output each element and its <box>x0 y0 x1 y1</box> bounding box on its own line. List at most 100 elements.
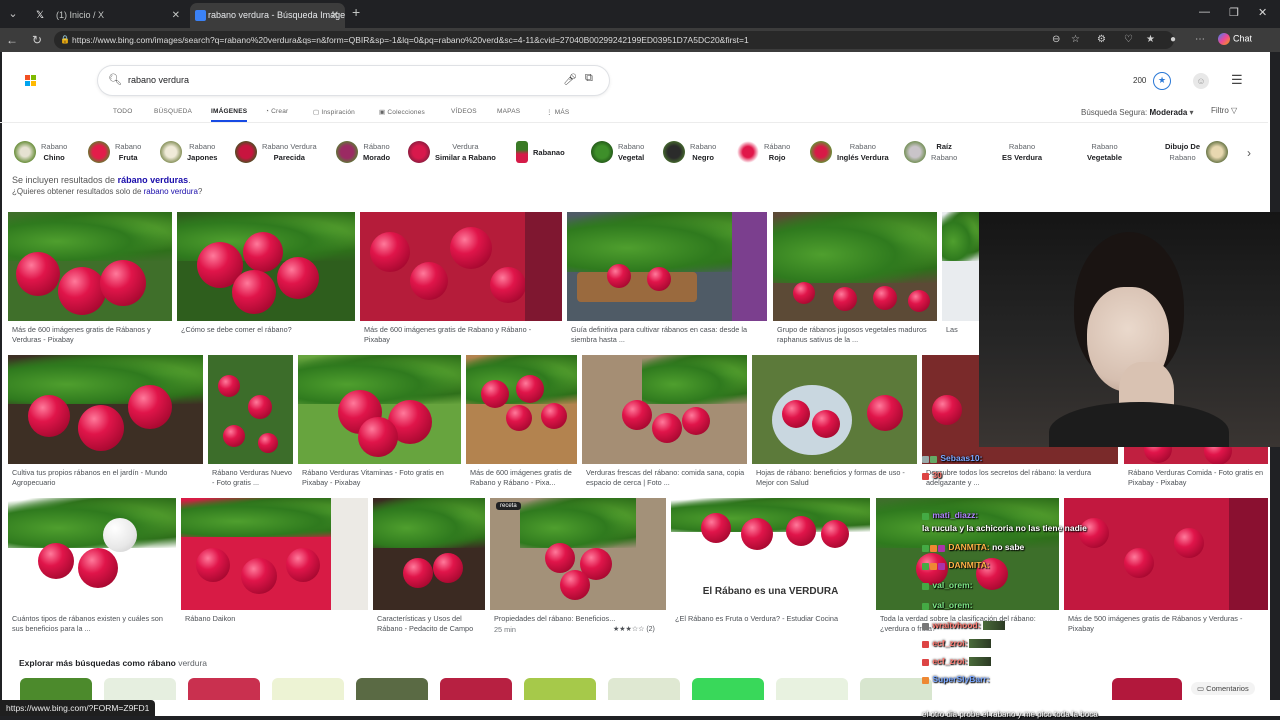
browser-tab-bing[interactable]: rabano verdura - Búsqueda Imáge ✕ <box>190 3 345 28</box>
result-caption[interactable]: Características y Usos del Rábano - Peda… <box>377 614 487 634</box>
result-image[interactable] <box>752 355 917 464</box>
result-image[interactable] <box>208 355 293 464</box>
browser-tab-x[interactable]: 𝕏 (1) Inicio / X ✕ <box>26 3 186 28</box>
result-caption[interactable]: Rábano Verduras Comida - Foto gratis en … <box>1128 468 1268 488</box>
related-chip[interactable]: Rabano Vegetable <box>1087 139 1122 165</box>
explore-thumbnail[interactable] <box>440 678 512 700</box>
tab-mas[interactable]: ⋮ MÁS <box>546 108 569 116</box>
tab-busqueda[interactable]: BÚSQUEDA <box>154 108 192 115</box>
explore-thumbnail[interactable] <box>860 678 932 700</box>
search-icon[interactable]: 🔍︎ <box>108 73 122 86</box>
explore-thumbnail[interactable] <box>104 678 176 700</box>
tab-crear[interactable]: ◔ Crear <box>265 108 288 115</box>
result-caption[interactable]: Rábano Daikon <box>185 614 365 624</box>
result-image[interactable] <box>942 212 979 321</box>
explore-thumbnail[interactable] <box>188 678 260 700</box>
result-image[interactable] <box>177 212 355 321</box>
result-caption[interactable]: Cuántos tipos de rábanos existen y cuále… <box>12 614 174 634</box>
result-image[interactable] <box>567 212 767 321</box>
tab-videos[interactable]: VÍDEOS <box>451 108 477 115</box>
tab-imagenes[interactable]: IMÁGENES <box>211 108 248 122</box>
visual-search-icon[interactable]: ⧉ <box>585 72 593 85</box>
comments-button[interactable]: ▭ Comentarios <box>1191 682 1255 695</box>
related-chip[interactable]: Verdura Similar a Rabano <box>408 139 496 165</box>
menu-icon[interactable]: ☰ <box>1231 72 1243 88</box>
explore-thumbnail[interactable] <box>356 678 428 700</box>
microphone-icon[interactable]: 🎤︎ <box>563 73 577 86</box>
related-chip[interactable]: Rabano Verdura Parecida <box>235 139 317 165</box>
explore-thumbnail[interactable] <box>608 678 680 700</box>
rewards-icon[interactable]: ★ <box>1153 72 1171 90</box>
related-chip[interactable]: Rabano Inglés Verdura <box>810 139 889 165</box>
back-icon[interactable]: ← <box>4 32 20 48</box>
related-chip[interactable]: Rabano Japones <box>160 139 217 165</box>
result-caption[interactable]: ¿El Rábano es Fruta o Verdura? - Estudia… <box>675 614 870 624</box>
result-caption[interactable]: Guía definitiva para cultivar rábanos en… <box>571 325 766 345</box>
explore-thumbnail[interactable] <box>1112 678 1182 700</box>
result-image[interactable] <box>181 498 368 610</box>
safe-search-dropdown[interactable]: Búsqueda Segura: Moderada ▾ <box>1081 108 1194 117</box>
explore-thumbnail[interactable] <box>20 678 92 700</box>
original-query-link[interactable]: rabano verdura <box>144 187 198 196</box>
corrected-query-link[interactable]: rábano verduras <box>118 175 189 185</box>
tab-mapas[interactable]: MAPAS <box>497 108 520 115</box>
new-tab-button[interactable]: + <box>352 4 360 20</box>
explore-thumbnail[interactable] <box>272 678 344 700</box>
tab-colecciones[interactable]: ▣ Colecciones <box>379 108 425 116</box>
result-caption[interactable]: Toda la verdad sobre la clasificación de… <box>880 614 1058 634</box>
favorites-icon[interactable]: ★ <box>1146 34 1155 45</box>
result-image[interactable] <box>8 355 203 464</box>
result-image[interactable] <box>582 355 747 464</box>
profile-icon[interactable]: ● <box>1170 34 1176 45</box>
result-image[interactable] <box>298 355 461 464</box>
result-caption[interactable]: Descubre todos los secretos del rábano: … <box>926 468 1116 488</box>
related-chip[interactable]: Dibujo De Rabano <box>1165 139 1233 165</box>
result-image[interactable] <box>360 212 562 321</box>
close-tab-icon[interactable]: ✕ <box>331 3 339 28</box>
result-image[interactable] <box>8 212 172 321</box>
explore-thumbnail[interactable] <box>692 678 764 700</box>
result-caption[interactable]: Rábano Verduras Vitaminas - Foto gratis … <box>302 468 462 488</box>
related-chip[interactable]: Raíz Rabano <box>904 139 957 165</box>
explore-thumbnail[interactable] <box>524 678 596 700</box>
result-image[interactable] <box>876 498 1059 610</box>
result-caption[interactable]: Rábano Verduras Nuevo - Foto gratis ... <box>212 468 294 488</box>
extensions-icon[interactable]: ⚙ <box>1097 34 1106 45</box>
result-caption[interactable]: Cultiva tus propios rábanos en el jardín… <box>12 468 202 488</box>
result-caption[interactable]: ¿Cómo se debe comer el rábano? <box>181 325 356 335</box>
result-caption[interactable]: Más de 500 imágenes gratis de Rábanos y … <box>1068 614 1268 634</box>
related-chip[interactable]: Rabano ES Verdura <box>1002 139 1042 165</box>
related-chip[interactable]: Rábano Rojo <box>737 139 790 165</box>
result-caption[interactable]: Más de 600 imágenes gratis de Rábanos y … <box>12 325 172 345</box>
result-caption[interactable]: Más de 600 imágenes gratis de Rabano y R… <box>470 468 578 488</box>
result-caption[interactable]: Verduras frescas del rábano: comida sana… <box>586 468 746 488</box>
related-chip[interactable]: Rabanao <box>516 139 565 165</box>
related-chip[interactable]: Rabano Vegetal <box>591 139 644 165</box>
result-caption[interactable]: Hojas de rábano: beneficios y formas de … <box>756 468 916 488</box>
result-image[interactable]: El Rábano es una VERDURA <box>671 498 870 610</box>
result-image[interactable]: receta <box>490 498 666 610</box>
copilot-chat-button[interactable]: Chat <box>1218 33 1252 45</box>
tab-todo[interactable]: TODO <box>113 108 132 115</box>
rewards-points[interactable]: 200 <box>1133 76 1146 85</box>
result-image[interactable] <box>373 498 485 610</box>
chevron-right-icon[interactable]: › <box>1247 146 1251 160</box>
result-image[interactable] <box>466 355 577 464</box>
microsoft-logo-icon[interactable] <box>25 75 36 86</box>
result-image[interactable] <box>8 498 176 610</box>
result-caption[interactable]: Grupo de rábanos jugosos vegetales madur… <box>777 325 937 345</box>
related-chip[interactable]: Rábano Morado <box>336 139 390 165</box>
close-tab-icon[interactable]: ✕ <box>172 3 180 28</box>
search-input[interactable] <box>128 72 548 88</box>
related-chip[interactable]: Rabano Chino <box>14 139 67 165</box>
result-caption[interactable]: Más de 600 imágenes gratis de Rabano y R… <box>364 325 559 345</box>
minimize-icon[interactable]: — <box>1199 6 1210 18</box>
result-image[interactable] <box>1064 498 1268 610</box>
browser-essentials-icon[interactable]: ♡ <box>1124 34 1133 45</box>
related-chip[interactable]: Rabano Negro <box>663 139 716 165</box>
reload-icon[interactable]: ↻ <box>29 32 45 48</box>
tab-inspiracion[interactable]: ▢ Inspiración <box>313 108 355 116</box>
result-caption[interactable]: Propiedades del rábano: Beneficios... <box>494 614 664 624</box>
url-field[interactable]: 🔒 https://www.bing.com/images/search?q=r… <box>54 31 1174 49</box>
avatar[interactable]: ☺ <box>1193 73 1209 89</box>
